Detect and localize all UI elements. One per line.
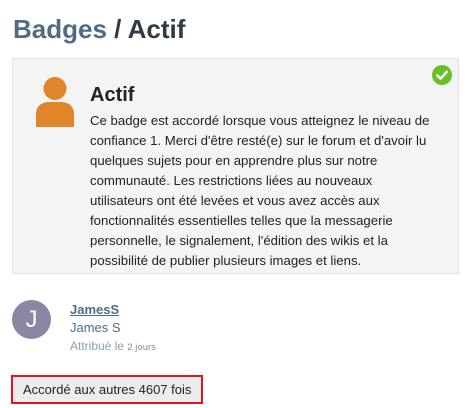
granted-date: 2 jours	[127, 342, 156, 353]
badge-card: Actif Ce badge est accordé lorsque vous …	[12, 58, 459, 274]
breadcrumb-separator: /	[114, 14, 122, 44]
avatar[interactable]: J	[12, 300, 51, 339]
user-list-item: J JamesS James S Attribué le 2 jours	[12, 298, 452, 353]
granted-count-button[interactable]: Accordé aux autres 4607 fois	[11, 375, 204, 404]
user-full-name: James S	[70, 320, 121, 335]
badge-title: Actif	[90, 84, 135, 106]
granted-label: Attribué le	[70, 339, 125, 353]
username-link[interactable]: JamesS	[70, 302, 119, 318]
user-icon	[36, 77, 74, 127]
badge-description: Ce badge est accordé lorsque vous atteig…	[90, 113, 430, 268]
granted-info: Attribué le 2 jours	[70, 338, 156, 356]
check-circle-icon	[432, 65, 452, 85]
page-title: Badges / Actif	[13, 12, 185, 46]
page-title-current: Actif	[127, 14, 186, 44]
breadcrumb-badges-link[interactable]: Badges	[13, 14, 107, 44]
